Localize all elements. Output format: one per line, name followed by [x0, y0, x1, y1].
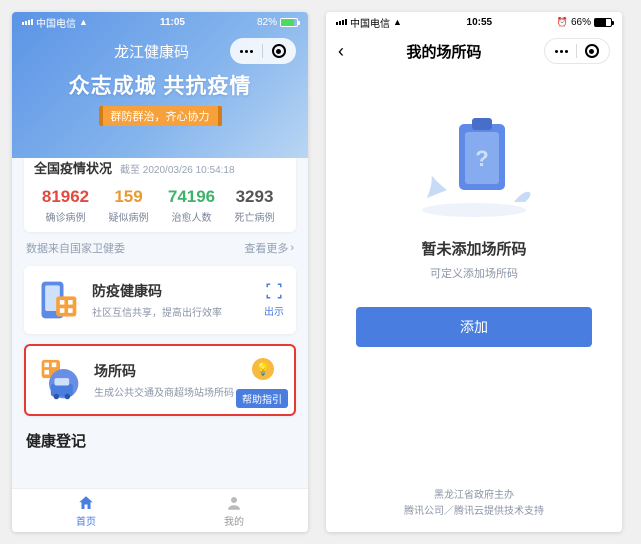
svg-text:?: ?	[475, 146, 488, 171]
tab-bar: 首页 我的	[12, 488, 308, 532]
battery-icon	[280, 18, 298, 27]
card-sub: 社区互信共享，提高出行效率	[92, 304, 252, 319]
signal-icon	[22, 19, 33, 25]
chevron-right-icon: ›	[290, 242, 294, 254]
more-icon	[555, 50, 568, 53]
tab-home[interactable]: 首页	[12, 489, 160, 532]
add-button[interactable]: 添加	[356, 307, 592, 347]
health-code-icon	[36, 278, 80, 322]
user-icon	[225, 494, 243, 512]
empty-subtitle: 可定义添加场所码	[430, 265, 518, 281]
stat-cured: 74196 治愈人数	[160, 187, 223, 224]
capsule-menu[interactable]	[544, 38, 610, 64]
main-content: ‹ 我的场所码 ? 暂未添加场所码 可定义添加场所码 添加 黑	[326, 12, 622, 532]
battery-percent: 82%	[257, 17, 277, 28]
bulb-icon: 💡	[252, 358, 274, 380]
clipboard-icon: ?	[409, 110, 539, 220]
nav-bar: ‹ 我的场所码	[326, 32, 622, 70]
phone-left: 中国电信 ▲ 11:05 82% 龙江健康码 众志成城 共抗疫情 群防群治，齐心…	[12, 12, 308, 532]
card-venue-code[interactable]: 场所码 生成公共交通及商超场站场所码 💡 帮助指引	[24, 344, 296, 416]
back-icon[interactable]: ‹	[338, 41, 344, 62]
phone-right: 中国电信 ▲ 10:55 ⏰ 66% ‹ 我的场所码	[326, 12, 622, 532]
stats-title: 全国疫情状况	[34, 158, 112, 177]
target-icon	[272, 44, 286, 58]
stat-confirmed: 81962 确诊病例	[34, 187, 97, 224]
main-content: 全国疫情状况 截至 2020/03/26 10:54:18 81962 确诊病例…	[12, 158, 308, 532]
stat-suspected: 159 疑似病例	[97, 187, 160, 224]
footer-line2: 腾讯公司／腾讯云提供技术支持	[326, 504, 622, 520]
footer: 黑龙江省政府主办 腾讯公司／腾讯云提供技术支持	[326, 480, 622, 532]
hero-banner: 龙江健康码 众志成城 共抗疫情 群防群治，齐心协力	[12, 12, 308, 158]
page-title: 我的场所码	[406, 41, 481, 62]
card-health-code[interactable]: 防疫健康码 社区互信共享，提高出行效率 出示	[24, 266, 296, 334]
capsule-menu[interactable]	[230, 38, 296, 64]
wifi-icon: ▲	[79, 18, 88, 27]
status-time: 10:55	[467, 17, 493, 28]
empty-title: 暂未添加场所码	[421, 238, 526, 259]
status-bar: 中国电信 ▲ 10:55 ⏰ 66%	[326, 12, 622, 32]
more-icon	[240, 50, 253, 53]
status-bar: 中国电信 ▲ 11:05 82%	[12, 12, 308, 32]
app-title: 龙江健康码	[24, 41, 189, 62]
help-badge[interactable]: 帮助指引	[236, 389, 288, 408]
home-icon	[77, 494, 95, 512]
wifi-icon: ▲	[393, 18, 402, 27]
alarm-icon: ⏰	[557, 17, 568, 28]
scan-icon	[265, 282, 283, 300]
status-time: 11:05	[160, 17, 185, 28]
stat-death: 3293 死亡病例	[223, 187, 286, 224]
target-icon	[585, 44, 599, 58]
show-action[interactable]: 出示	[264, 282, 284, 318]
footer-line1: 黑龙江省政府主办	[326, 488, 622, 504]
carrier-label: 中国电信	[350, 15, 390, 30]
section-health-register: 健康登记	[26, 430, 294, 451]
hero-tagline: 群防群治，齐心协力	[99, 106, 222, 126]
stats-asof: 截至 2020/03/26 10:54:18	[120, 161, 235, 176]
source-row: 数据来自国家卫健委 查看更多 ›	[26, 240, 294, 256]
battery-icon	[594, 18, 612, 27]
source-text: 数据来自国家卫健委	[26, 240, 125, 256]
tab-mine[interactable]: 我的	[160, 489, 308, 532]
card-title: 防疫健康码	[92, 281, 252, 301]
carrier-label: 中国电信	[36, 15, 76, 30]
signal-icon	[336, 19, 347, 25]
hero-headline: 众志成城 共抗疫情	[24, 70, 296, 100]
stats-card[interactable]: 全国疫情状况 截至 2020/03/26 10:54:18 81962 确诊病例…	[24, 158, 296, 232]
more-link[interactable]: 查看更多 ›	[244, 240, 294, 256]
empty-state: ? 暂未添加场所码 可定义添加场所码 添加	[326, 70, 622, 480]
battery-percent: 66%	[571, 17, 591, 28]
venue-code-icon	[38, 358, 82, 402]
